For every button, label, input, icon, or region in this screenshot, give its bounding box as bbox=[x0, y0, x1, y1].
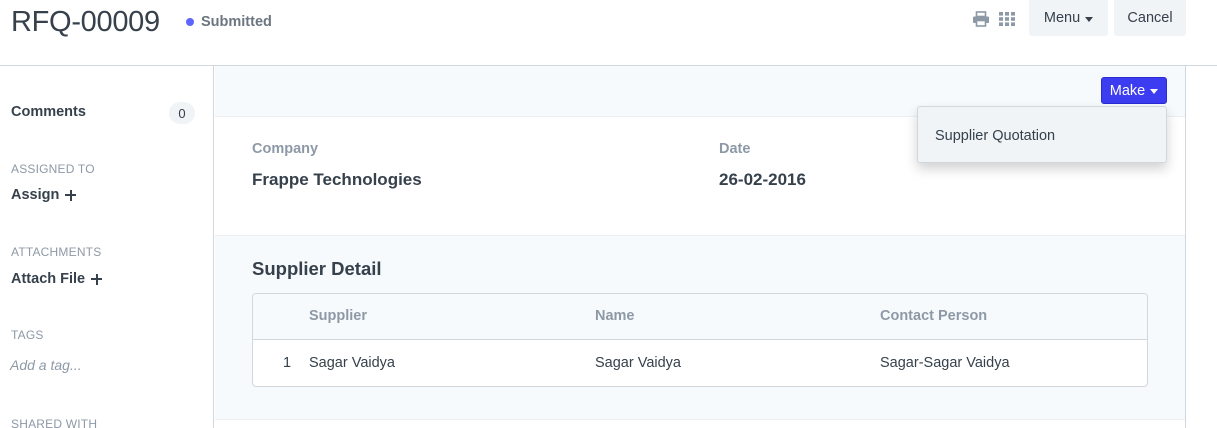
section-title: Supplier Detail bbox=[252, 258, 382, 279]
comments-count-badge: 0 bbox=[169, 102, 195, 124]
make-button[interactable]: Make bbox=[1101, 77, 1167, 104]
cell-name: Sagar Vaidya bbox=[595, 355, 681, 371]
supplier-detail-section: Supplier Detail Supplier Name Contact Pe… bbox=[215, 236, 1185, 420]
table-header: Supplier Name Contact Person bbox=[253, 294, 1147, 340]
comments-link[interactable]: Comments bbox=[11, 104, 86, 120]
menu-button[interactable]: Menu bbox=[1029, 0, 1108, 36]
row-index: 1 bbox=[283, 355, 292, 371]
assign-label: Assign bbox=[11, 187, 60, 203]
plus-icon bbox=[65, 189, 77, 201]
column-header-name: Name bbox=[595, 308, 635, 324]
assign-link[interactable]: Assign bbox=[11, 187, 77, 203]
attachments-heading: ATTACHMENTS bbox=[11, 245, 102, 259]
date-label: Date bbox=[719, 141, 751, 157]
grid-icon[interactable] bbox=[998, 11, 1016, 27]
cancel-button[interactable]: Cancel bbox=[1114, 0, 1186, 36]
attach-file-label: Attach File bbox=[11, 271, 86, 287]
column-header-contact-person: Contact Person bbox=[880, 308, 988, 324]
company-label: Company bbox=[252, 141, 319, 157]
date-value: 26-02-2016 bbox=[719, 170, 806, 189]
page-header: RFQ-00009 Submitted Menu Cancel bbox=[0, 0, 1217, 66]
sidebar: Comments 0 ASSIGNED TO Assign ATTACHMENT… bbox=[0, 66, 214, 428]
status-dot-icon bbox=[186, 18, 194, 26]
page-title: RFQ-00009 bbox=[11, 6, 160, 38]
caret-down-icon bbox=[1085, 16, 1094, 22]
company-value: Frappe Technologies bbox=[252, 170, 422, 189]
add-tag-input[interactable]: Add a tag... bbox=[10, 357, 82, 373]
make-button-label: Make bbox=[1109, 82, 1146, 99]
attach-file-link[interactable]: Attach File bbox=[11, 271, 103, 287]
cell-supplier: Sagar Vaidya bbox=[309, 355, 395, 371]
tags-heading: TAGS bbox=[11, 328, 44, 342]
cell-contact-person: Sagar-Sagar Vaidya bbox=[880, 355, 1010, 371]
status-indicator: Submitted bbox=[186, 14, 272, 30]
shared-with-heading: SHARED WITH bbox=[11, 417, 98, 428]
print-icon[interactable] bbox=[972, 11, 990, 27]
assigned-to-heading: ASSIGNED TO bbox=[11, 162, 95, 176]
plus-icon bbox=[91, 273, 103, 285]
make-dropdown-menu: Supplier Quotation bbox=[917, 106, 1167, 163]
dropdown-item-supplier-quotation[interactable]: Supplier Quotation bbox=[935, 128, 1055, 144]
supplier-table: Supplier Name Contact Person 1 Sagar Vai… bbox=[252, 293, 1148, 387]
column-header-supplier: Supplier bbox=[309, 308, 368, 324]
page-right-gutter bbox=[1185, 66, 1217, 428]
menu-button-label: Menu bbox=[1043, 10, 1081, 26]
status-label: Submitted bbox=[201, 14, 272, 30]
caret-down-icon bbox=[1150, 89, 1159, 94]
